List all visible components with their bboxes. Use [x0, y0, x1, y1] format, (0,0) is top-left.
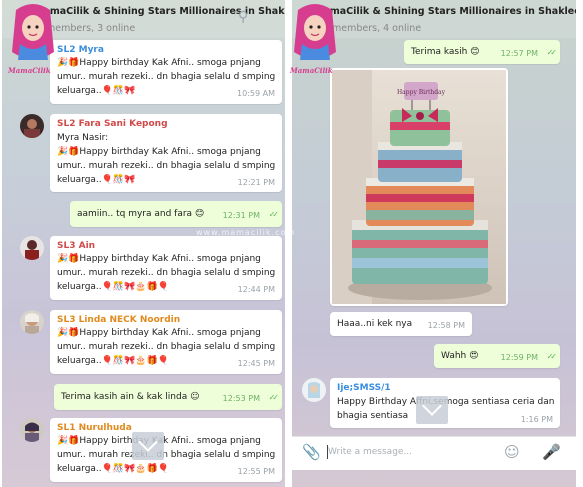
message-line: umur.. murah rezeki.. dn bhagia selalu d…	[57, 268, 276, 278]
outgoing-message-bubble[interactable]: Wahh 😍 12:59 PM ✓✓	[434, 344, 560, 368]
message-line: keluarga..🎈🎊🎀🎂🎁🎈	[57, 282, 169, 292]
chat-members-status: members, 4 online	[332, 23, 422, 34]
message-bubble[interactable]: SL2 Fara Sani Kepong Myra Nasir: 🎉🎁Happy…	[50, 114, 282, 192]
message-line: keluarga..🎈🎊🎀	[57, 175, 136, 185]
message-text: Wahh 😍	[441, 351, 479, 361]
search-icon[interactable]: ⚲	[238, 9, 248, 25]
double-check-icon: ✓✓	[268, 210, 280, 219]
message-line: bhagia sentiasa	[337, 411, 409, 421]
message-bubble[interactable]: Haaa..ni kek nya 12:58 PM	[330, 312, 472, 336]
avatar[interactable]	[20, 114, 44, 138]
message-time: 12:55 PM	[237, 467, 275, 476]
message-input[interactable]: Write a message...	[328, 447, 412, 457]
message-time: 12:57 PM	[500, 49, 538, 58]
avatar[interactable]	[302, 378, 326, 402]
message-time: 12:44 PM	[237, 285, 275, 294]
message-line: umur.. murah rezeki.. dn bhagia selalu d…	[57, 342, 276, 352]
attach-icon[interactable]: 📎	[302, 443, 321, 461]
message-bubble[interactable]: SL3 Ain 🎉🎁Happy birthday Kak Afni.. smog…	[50, 236, 282, 300]
message-text: aamiin.. tq myra and fara 😊	[77, 209, 205, 219]
photo-message[interactable]: Happy Birthday	[330, 68, 508, 306]
double-check-icon: ✓✓	[268, 393, 280, 402]
message-time: 12:31 PM	[222, 211, 260, 220]
message-text: Terima kasih ain & kak linda ☺	[61, 392, 200, 402]
avatar[interactable]	[20, 418, 44, 442]
message-line: 🎉🎁Happy birthday Kak Afni.. smoga pnjang	[57, 58, 261, 68]
message-time: 1:16 PM	[520, 415, 553, 424]
message-sender: SL1 Nurulhuda	[57, 423, 132, 433]
scroll-down-button[interactable]	[132, 432, 164, 460]
message-sender: SL2 Fara Sani Kepong	[57, 119, 168, 129]
message-text: Terima kasih 😊	[411, 47, 480, 57]
avatar[interactable]	[20, 310, 44, 334]
message-text: Haaa..ni kek nya	[337, 319, 413, 329]
message-line: umur.. murah rezeki.. dn bhagia selalu d…	[57, 161, 276, 171]
message-line: keluarga..🎈🎊🎀🎂🎁🎈	[57, 356, 169, 366]
message-time: 12:21 PM	[237, 178, 275, 187]
message-line: 🎉🎁Happy birthday Kak Afni.. smoga pnjang	[57, 254, 261, 264]
message-time: 12:45 PM	[237, 359, 275, 368]
outgoing-message-bubble[interactable]: aamiin.. tq myra and fara 😊 12:31 PM ✓✓	[70, 201, 282, 227]
message-time: 12:59 PM	[500, 353, 538, 362]
message-bubble[interactable]: SL3 Linda NECK Noordin 🎉🎁Happy birthday …	[50, 310, 282, 374]
chevron-down-icon	[422, 396, 442, 416]
cake-photo: Happy Birthday	[332, 70, 506, 304]
message-bubble[interactable]: SL1 Nurulhuda 🎉🎁Happy birthday Kak Afni.…	[50, 418, 282, 482]
cake-topper-text: Happy Birthday	[397, 89, 446, 96]
microphone-icon[interactable]: 🎤	[542, 443, 561, 461]
message-line: keluarga..🎈🎊🎀	[57, 86, 136, 96]
message-line: 🎉🎁Happy birthday Kak Afni.. smoga pnjang	[57, 147, 261, 157]
message-line: umur.. murah rezeki.. dn bhagia selalu d…	[57, 72, 276, 82]
message-bubble[interactable]: SL2 Myra 🎉🎁Happy birthday Kak Afni.. smo…	[50, 40, 282, 104]
emoji-icon[interactable]: ☺	[504, 443, 520, 461]
chevron-down-icon	[138, 432, 158, 452]
outgoing-message-bubble[interactable]: Terima kasih 😊 12:57 PM ✓✓	[404, 40, 560, 64]
message-line: 🎉🎁Happy birthday Kak Afni.. smoga pnjang	[57, 328, 261, 338]
avatar[interactable]	[20, 236, 44, 260]
mamacilik-logo: MamaCilik	[4, 0, 62, 80]
message-composer: 📎 Write a message... ☺ 🎤	[292, 436, 576, 470]
chat-title: MamaCilik & Shining Stars Millionaires i…	[314, 6, 576, 17]
message-sender: SL3 Linda NECK Noordin	[57, 315, 181, 325]
double-check-icon: ✓✓	[546, 352, 558, 361]
message-line: umur.. murah rezeki.. dn bhagia selalu d…	[57, 450, 276, 460]
watermark: www.mamacilik.com	[196, 228, 296, 237]
logo-text: MamaCilik	[290, 66, 333, 75]
message-sender: SL2 Myra	[57, 45, 104, 55]
message-sender: Ije;SMSS/1	[337, 383, 391, 393]
outgoing-message-bubble[interactable]: Terima kasih ain & kak linda ☺ 12:53 PM …	[54, 384, 282, 410]
message-line: keluarga..🎈🎊🎀🎂🎁🎈	[57, 464, 169, 474]
message-time: 10:59 AM	[237, 89, 275, 98]
double-check-icon: ✓✓	[546, 48, 558, 57]
screenshot: MamaCilik & Shining Stars Millionaires i…	[0, 0, 583, 487]
message-time: 12:58 PM	[427, 321, 465, 330]
message-time: 12:53 PM	[222, 394, 260, 403]
message-line: Myra Nasir:	[57, 133, 109, 143]
scroll-down-button[interactable]	[416, 396, 448, 424]
logo-text: MamaCilik	[8, 66, 51, 75]
message-sender: SL3 Ain	[57, 241, 96, 251]
mamacilik-logo: MamaCilik	[286, 0, 344, 80]
